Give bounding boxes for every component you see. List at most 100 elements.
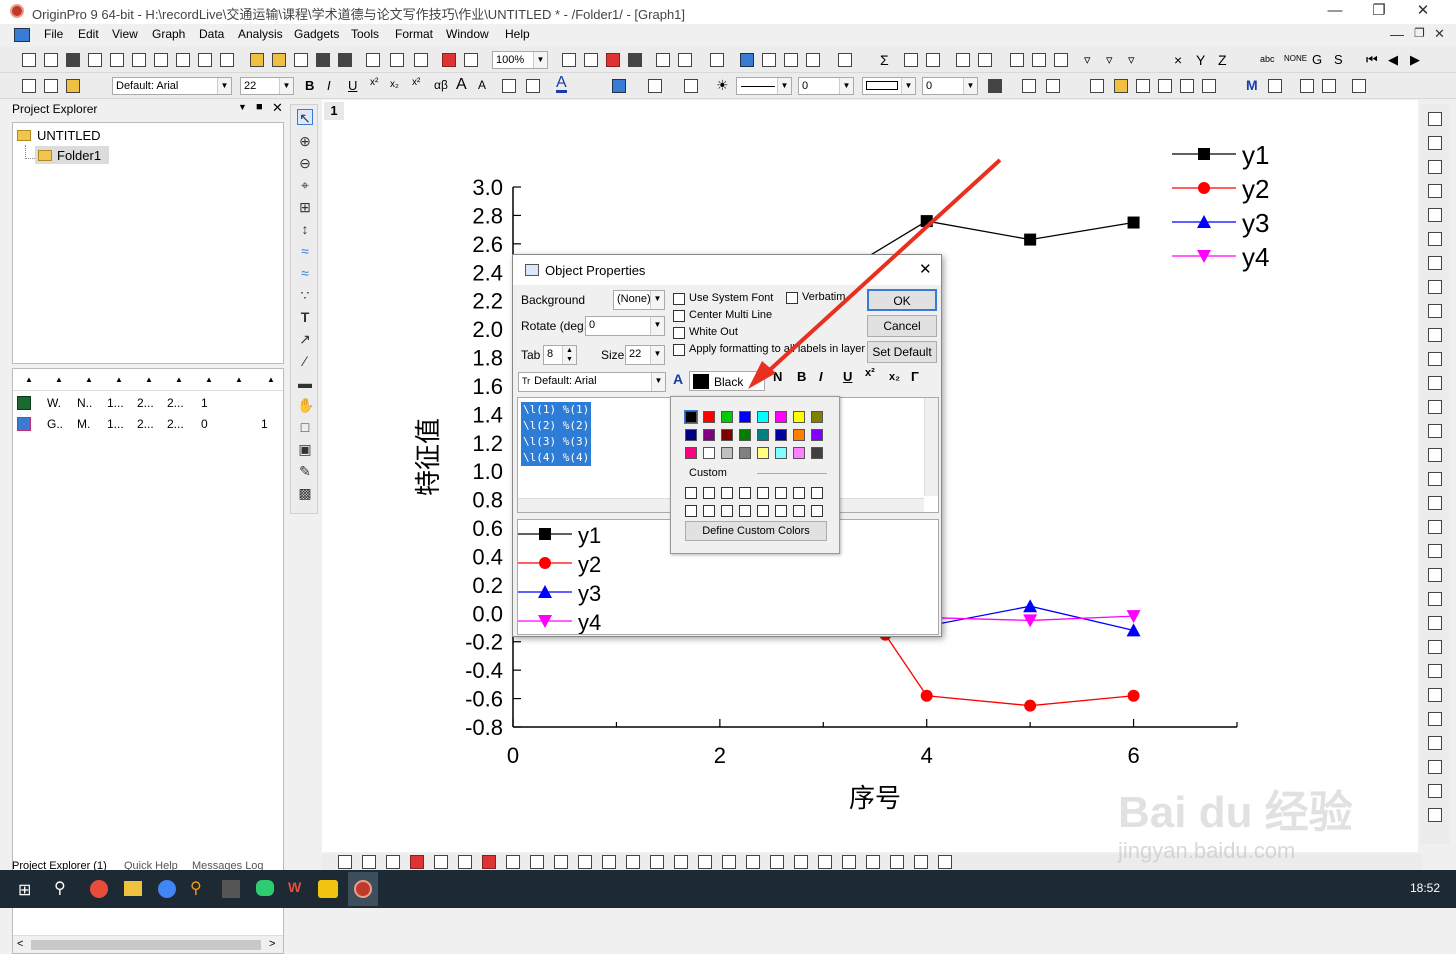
custom-color-swatch[interactable] xyxy=(793,505,805,517)
color-swatch[interactable] xyxy=(793,429,805,441)
angle-combo[interactable]: 0 ▼ xyxy=(922,77,978,95)
dropdown-icon[interactable]: ▼ xyxy=(238,102,247,112)
color-swatch[interactable] xyxy=(685,447,697,459)
new-layout-icon[interactable] xyxy=(176,53,190,67)
color-swatch[interactable] xyxy=(721,429,733,441)
dialog-font-select[interactable]: Tr Default: Arial ▼ xyxy=(518,372,666,392)
child-minimize-button[interactable]: — xyxy=(1390,26,1404,42)
color-swatch[interactable] xyxy=(775,429,787,441)
bottom-toolbar-icon[interactable] xyxy=(698,855,712,869)
subscript-icon[interactable]: x₂ xyxy=(390,79,399,90)
color-swatch[interactable] xyxy=(793,447,805,459)
bottom-toolbar-icon[interactable] xyxy=(746,855,760,869)
command-window-icon[interactable] xyxy=(740,53,754,67)
spinner-icon[interactable]: ▲ ▼ xyxy=(562,346,576,364)
unmask-icon[interactable] xyxy=(1268,79,1282,93)
screen-reader-icon[interactable]: ⌖ xyxy=(297,177,313,193)
background-select[interactable]: (None) ▼ xyxy=(613,290,665,310)
disregard-icon[interactable]: abc xyxy=(1260,54,1275,64)
color-swatch[interactable] xyxy=(721,447,733,459)
menu-tools[interactable]: Tools xyxy=(351,27,379,41)
move-icon[interactable] xyxy=(1300,79,1314,93)
copy-page-icon[interactable] xyxy=(584,53,598,67)
bottom-toolbar-icon[interactable] xyxy=(362,855,376,869)
bottom-toolbar-icon[interactable] xyxy=(530,855,544,869)
annotation-icon[interactable]: ✎ xyxy=(297,463,313,479)
color-swatch[interactable] xyxy=(757,411,769,423)
flip-icon[interactable] xyxy=(1180,79,1194,93)
bottom-toolbar-icon[interactable] xyxy=(626,855,640,869)
custom-color-swatch[interactable] xyxy=(685,505,697,517)
bottom-toolbar-icon[interactable] xyxy=(434,855,448,869)
x-column-icon[interactable]: × xyxy=(1174,52,1182,68)
right-toolbar-icon[interactable] xyxy=(1428,592,1442,606)
line-width-combo[interactable]: 0 ▼ xyxy=(798,77,854,95)
color-swatch[interactable] xyxy=(811,429,823,441)
white-out-checkbox[interactable] xyxy=(673,327,685,339)
decrease-font-icon[interactable]: A xyxy=(478,78,486,92)
new-script-icon[interactable] xyxy=(220,53,234,67)
open-excel-icon[interactable] xyxy=(294,53,308,67)
right-toolbar-icon[interactable] xyxy=(1428,280,1442,294)
custom-color-swatch[interactable] xyxy=(703,505,715,517)
child-close-button[interactable]: ✕ xyxy=(1434,26,1445,42)
right-toolbar-icon[interactable] xyxy=(1428,760,1442,774)
new-notes-icon[interactable] xyxy=(198,53,212,67)
line-color-icon[interactable] xyxy=(684,79,698,93)
menu-graph[interactable]: Graph xyxy=(152,27,185,41)
define-custom-colors-button[interactable]: Define Custom Colors xyxy=(685,521,827,541)
minimize-button[interactable]: — xyxy=(1312,0,1358,24)
quick-help-icon[interactable] xyxy=(806,53,820,67)
sort-extra-icon[interactable]: ▲ xyxy=(267,375,275,384)
tab-quick-help[interactable]: Quick Help xyxy=(124,860,178,870)
paste-icon[interactable] xyxy=(66,79,80,93)
results-log-icon[interactable] xyxy=(678,53,692,67)
bottom-toolbar-icon[interactable] xyxy=(674,855,688,869)
color-swatch[interactable] xyxy=(793,411,805,423)
menu-help[interactable]: Help xyxy=(505,27,530,41)
refresh-icon[interactable] xyxy=(606,53,620,67)
print-icon[interactable] xyxy=(562,53,576,67)
greek-icon[interactable]: αβ xyxy=(434,78,448,92)
menu-analysis[interactable]: Analysis xyxy=(238,27,283,41)
batch-icon[interactable] xyxy=(464,53,478,67)
underline-icon[interactable]: U xyxy=(348,78,357,93)
ungroup-icon[interactable] xyxy=(1136,79,1150,93)
custom-color-swatch[interactable] xyxy=(703,487,715,499)
front-icon[interactable] xyxy=(1352,79,1366,93)
pointer-icon[interactable]: ↖ xyxy=(297,109,313,126)
file-explorer-icon[interactable] xyxy=(124,881,142,896)
bottom-toolbar-icon[interactable] xyxy=(650,855,664,869)
import-multiple-icon[interactable] xyxy=(390,53,404,67)
wechat-icon[interactable] xyxy=(256,880,274,896)
bottom-toolbar-icon[interactable] xyxy=(770,855,784,869)
maximize-button[interactable]: ❐ xyxy=(1356,0,1402,24)
save-project-icon[interactable] xyxy=(316,53,330,67)
mask-points-icon[interactable]: ≈ xyxy=(297,243,313,259)
graph-window-icon[interactable] xyxy=(14,28,30,42)
right-toolbar-icon[interactable] xyxy=(1428,544,1442,558)
custom-color-swatch[interactable] xyxy=(721,487,733,499)
column-chart-icon[interactable] xyxy=(1032,53,1046,67)
bottom-toolbar-icon[interactable] xyxy=(722,855,736,869)
bold-icon[interactable]: B xyxy=(305,78,314,93)
sort-modified-icon[interactable]: ▲ xyxy=(145,375,153,384)
none-column-icon[interactable]: NONE xyxy=(1284,54,1307,63)
pin-icon[interactable]: ■ xyxy=(256,101,263,113)
z-column-icon[interactable]: Z xyxy=(1218,52,1227,68)
bottom-toolbar-icon[interactable] xyxy=(914,855,928,869)
color-swatch[interactable] xyxy=(757,429,769,441)
color-swatch[interactable] xyxy=(775,447,787,459)
custom-color-swatch[interactable] xyxy=(721,505,733,517)
right-toolbar-icon[interactable] xyxy=(1428,304,1442,318)
tree-root-untitled[interactable]: UNTITLED xyxy=(37,128,101,143)
custom-color-swatch[interactable] xyxy=(811,505,823,517)
menu-view[interactable]: View xyxy=(112,27,138,41)
wps-icon[interactable]: W xyxy=(288,879,301,895)
custom-color-swatch[interactable] xyxy=(775,505,787,517)
layer-tool-icon[interactable]: □ xyxy=(297,419,313,435)
bottom-toolbar-icon[interactable] xyxy=(938,855,952,869)
rotate-select[interactable]: 0 ▼ xyxy=(585,316,665,336)
color-swatch[interactable] xyxy=(811,447,823,459)
color-swatch[interactable] xyxy=(703,447,715,459)
